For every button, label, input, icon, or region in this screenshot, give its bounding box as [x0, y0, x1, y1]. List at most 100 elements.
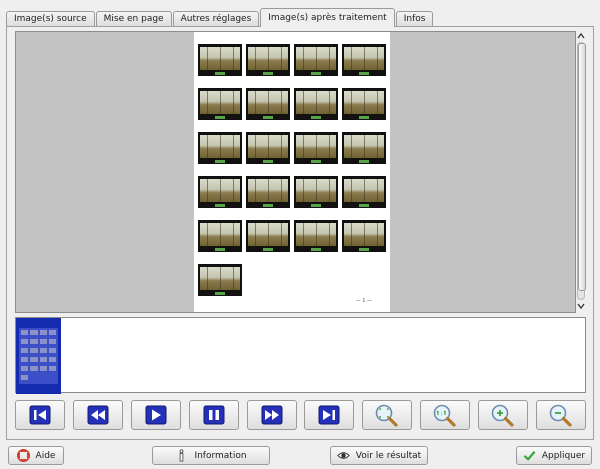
preview-scrollbar[interactable]	[576, 31, 586, 311]
zoom-fit-button[interactable]	[362, 400, 413, 430]
tab-infos[interactable]: Infos	[395, 11, 434, 27]
thumbnail-caption	[359, 116, 369, 119]
thumbnail-caption	[263, 248, 273, 251]
preview-page: — 1 —	[194, 32, 390, 312]
navigation-controls	[15, 400, 586, 432]
preview-thumbnail	[294, 176, 338, 208]
scroll-track[interactable]	[577, 42, 586, 300]
thumbnail-caption	[215, 248, 225, 251]
preview-thumbnail	[246, 88, 290, 120]
thumbnail-photo	[248, 91, 288, 114]
thumbnail-grid	[198, 44, 386, 296]
preview-thumbnail	[246, 176, 290, 208]
zoom-actual-size-button[interactable]	[420, 400, 471, 430]
zoom-out-button[interactable]	[535, 400, 586, 430]
tab-images-source[interactable]: Image(s) source	[6, 11, 95, 27]
thumbnail-photo	[296, 179, 336, 202]
information-button-label: Information	[194, 450, 247, 461]
page-strip	[15, 317, 586, 394]
thumbnail-caption	[359, 160, 369, 163]
thumbnail-photo	[344, 47, 384, 70]
rewind-icon	[87, 405, 109, 425]
page-strip-thumbnail	[19, 328, 58, 384]
thumbnail-photo	[200, 91, 240, 114]
thumbnail-caption	[215, 292, 225, 295]
preview-thumbnail	[342, 176, 386, 208]
tab-images-apres-traitement[interactable]: Image(s) après traitement	[260, 8, 395, 27]
page-number: — 1 —	[355, 298, 372, 304]
dialog-button-bar: Aide Information Voir le résultat Appliq…	[0, 444, 600, 469]
tab-autres-reglages[interactable]: Autres réglages	[172, 11, 260, 27]
information-button[interactable]: Information	[152, 446, 270, 465]
thumbnail-photo	[344, 135, 384, 158]
preview-thumbnail	[342, 132, 386, 164]
preview-thumbnail	[198, 44, 242, 76]
scroll-up-icon[interactable]	[576, 31, 586, 41]
thumbnail-caption	[311, 160, 321, 163]
first-icon	[29, 405, 51, 425]
thumbnail-photo	[296, 91, 336, 114]
first-page-button[interactable]	[15, 400, 65, 430]
preview-thumbnail	[294, 44, 338, 76]
page-preview[interactable]: — 1 —	[15, 31, 576, 313]
play-button[interactable]	[130, 400, 181, 430]
help-button-label: Aide	[35, 450, 56, 461]
zoom-in-button[interactable]	[478, 400, 528, 430]
thumbnail-photo	[344, 223, 384, 246]
checkmark-icon	[523, 451, 536, 461]
thumbnail-caption	[263, 116, 273, 119]
thumbnail-caption	[215, 204, 225, 207]
thumbnail-photo	[200, 267, 240, 290]
thumbnail-photo	[248, 179, 288, 202]
thumbnail-photo	[200, 135, 240, 158]
preview-thumbnail	[198, 176, 242, 208]
thumbnail-photo	[344, 91, 384, 114]
thumbnail-photo	[200, 47, 240, 70]
thumbnail-caption	[311, 72, 321, 75]
thumbnail-photo	[248, 135, 288, 158]
preview-thumbnail	[342, 220, 386, 252]
apply-button-label: Appliquer	[541, 450, 586, 461]
rewind-button[interactable]	[72, 400, 123, 430]
page-strip-item[interactable]	[16, 318, 61, 394]
preview-thumbnail	[246, 220, 290, 252]
thumbnail-caption	[215, 160, 225, 163]
thumbnail-photo	[296, 223, 336, 246]
view-result-button-label: Voir le résultat	[355, 450, 422, 461]
thumbnail-photo	[200, 223, 240, 246]
thumbnail-photo	[296, 47, 336, 70]
preview-thumbnail	[198, 264, 242, 296]
info-icon	[179, 449, 184, 462]
preview-thumbnail	[246, 132, 290, 164]
preview-thumbnail	[198, 132, 242, 164]
thumbnail-caption	[311, 116, 321, 119]
last-icon	[318, 405, 340, 425]
thumbnail-caption	[263, 204, 273, 207]
thumbnail-caption	[359, 248, 369, 251]
preview-thumbnail	[294, 220, 338, 252]
thumbnail-caption	[215, 72, 225, 75]
scroll-thumb[interactable]	[578, 43, 586, 291]
preview-thumbnail	[342, 88, 386, 120]
preview-thumbnail	[342, 44, 386, 76]
fast-forward-button[interactable]	[246, 400, 297, 430]
thumbnail-photo	[296, 135, 336, 158]
lifebuoy-icon	[16, 449, 30, 462]
apply-button[interactable]: Appliquer	[516, 446, 592, 465]
zoom-out-icon	[549, 404, 572, 427]
help-button[interactable]: Aide	[8, 446, 64, 465]
tab-bar: Image(s) source Mise en page Autres régl…	[6, 8, 434, 27]
preview-thumbnail	[294, 88, 338, 120]
preview-thumbnail	[294, 132, 338, 164]
last-page-button[interactable]	[304, 400, 355, 430]
thumbnail-caption	[215, 116, 225, 119]
view-result-button[interactable]: Voir le résultat	[330, 446, 428, 465]
preview-thumbnail	[246, 44, 290, 76]
thumbnail-photo	[248, 223, 288, 246]
tab-mise-en-page[interactable]: Mise en page	[95, 11, 172, 27]
pause-button[interactable]	[188, 400, 239, 430]
zoom-1to1-icon	[433, 404, 456, 427]
pause-icon	[203, 405, 225, 425]
scroll-down-icon[interactable]	[576, 301, 586, 311]
thumbnail-caption	[311, 204, 321, 207]
